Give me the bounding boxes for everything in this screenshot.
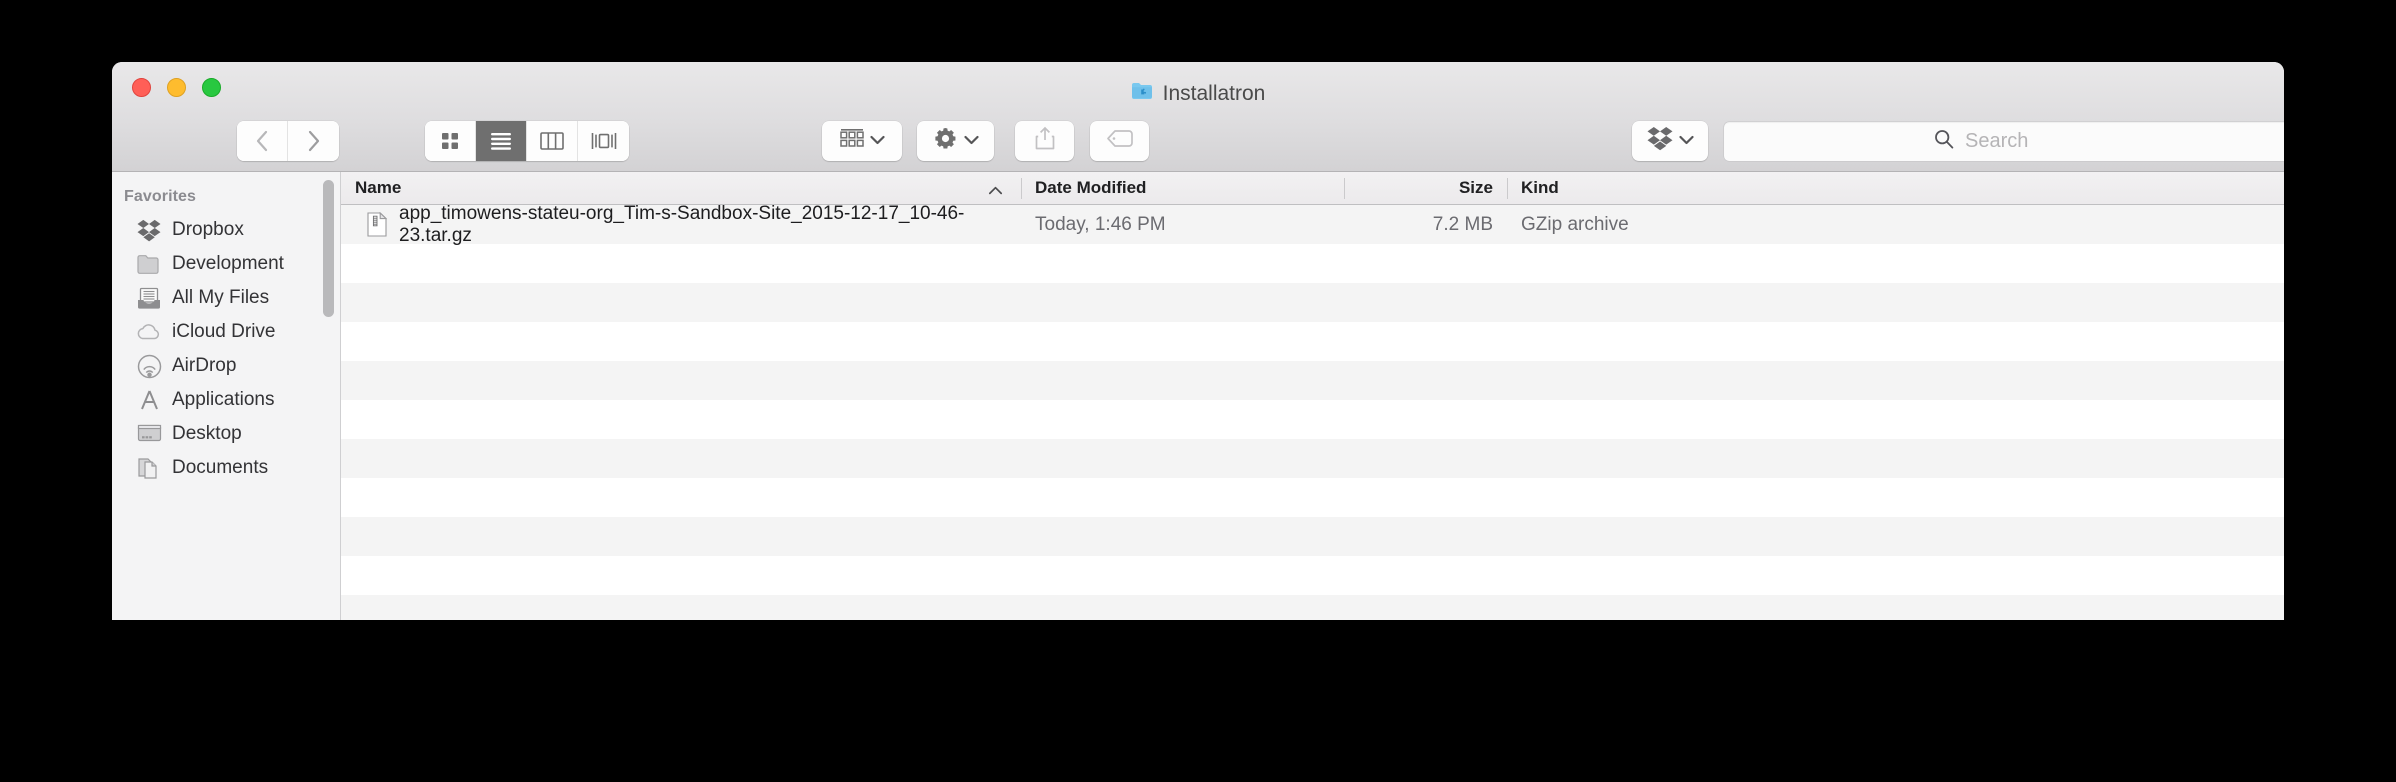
table-row-empty (341, 283, 2284, 322)
window-title: Installatron (112, 82, 2284, 106)
sidebar-item-label: Documents (172, 457, 269, 478)
table-row-empty (341, 556, 2284, 595)
column-header-label: Date Modified (1035, 178, 1147, 197)
file-date-cell: Today, 1:46 PM (1035, 213, 1166, 235)
coverflow-view-button[interactable] (578, 121, 629, 161)
airdrop-icon (136, 354, 162, 378)
file-name-label: app_timowens-stateu-org_Tim-s-Sandbox-Si… (399, 205, 965, 246)
window-body: Favorites Dropbox Development All My Fil… (112, 172, 2284, 620)
navigation-buttons (237, 121, 339, 161)
sidebar-item-desktop[interactable]: Desktop (112, 417, 340, 451)
sidebar-item-label: AirDrop (172, 355, 237, 376)
sidebar-item-all-my-files[interactable]: All My Files (112, 281, 340, 315)
arrange-grid-icon (839, 129, 864, 153)
file-list-view: Name Date Modified Size Kind app_timowen… (341, 172, 2284, 620)
column-header-date-modified[interactable]: Date Modified (1021, 172, 1344, 205)
search-icon (1934, 129, 1954, 154)
arrange-by-button[interactable] (822, 121, 902, 161)
chevron-down-icon (963, 132, 979, 150)
finder-window: Installatron Search Favorites Dropbox De… (112, 62, 2284, 620)
window-titlebar: Installatron Search (112, 62, 2284, 172)
search-field[interactable]: Search (1724, 122, 2284, 161)
table-row-empty (341, 517, 2284, 556)
sidebar-item-label: Desktop (172, 423, 242, 444)
desktop-icon (136, 422, 162, 446)
chevron-down-icon (1678, 132, 1694, 150)
toolbar: Search (112, 114, 2284, 168)
folder-puzzle-icon (1131, 82, 1153, 106)
list-view-button[interactable] (476, 121, 527, 161)
column-header-name[interactable]: Name (341, 172, 1021, 205)
sidebar-item-icloud-drive[interactable]: iCloud Drive (112, 315, 340, 349)
action-menu-button[interactable] (917, 121, 994, 161)
sidebar-item-label: iCloud Drive (172, 321, 276, 342)
sidebar-item-label: Development (172, 253, 284, 274)
table-row-empty (341, 322, 2284, 361)
dropbox-icon (136, 218, 162, 242)
chevron-up-icon (988, 180, 1003, 200)
table-row[interactable]: app_timowens-stateu-org_Tim-s-Sandbox-Si… (341, 205, 2284, 247)
table-row-empty (341, 400, 2284, 439)
dropbox-menu-button[interactable] (1632, 121, 1708, 161)
column-header-label: Size (1458, 178, 1493, 197)
table-row-empty (341, 595, 2284, 620)
sidebar-item-label: Applications (172, 389, 275, 410)
applications-icon (136, 388, 162, 412)
table-row-empty (341, 478, 2284, 517)
sidebar-item-label: Dropbox (172, 219, 244, 240)
share-button[interactable] (1015, 121, 1074, 161)
search-input[interactable]: Search (1965, 130, 2028, 153)
column-header-size[interactable]: Size (1344, 172, 1507, 205)
file-kind-cell: GZip archive (1521, 213, 1629, 235)
share-icon (1034, 126, 1056, 156)
column-header-kind[interactable]: Kind (1507, 172, 2284, 205)
sidebar-item-documents[interactable]: Documents (112, 451, 340, 485)
window-title-text: Installatron (1162, 82, 1266, 105)
file-name-cell: app_timowens-stateu-org_Tim-s-Sandbox-Si… (341, 205, 1021, 247)
forward-button[interactable] (288, 121, 339, 161)
folder-icon (136, 252, 162, 276)
sidebar-scrollbar[interactable] (323, 180, 334, 317)
sidebar-section-favorites: Favorites (124, 188, 197, 205)
tag-button[interactable] (1090, 121, 1149, 161)
table-row-empty (341, 361, 2284, 400)
dropbox-icon (1647, 126, 1673, 156)
sidebar: Favorites Dropbox Development All My Fil… (112, 172, 341, 620)
documents-icon (136, 456, 162, 480)
icon-view-button[interactable] (425, 121, 476, 161)
sidebar-item-applications[interactable]: Applications (112, 383, 340, 417)
all-my-files-icon (136, 286, 162, 310)
file-rows: app_timowens-stateu-org_Tim-s-Sandbox-Si… (341, 205, 2284, 620)
column-headers: Name Date Modified Size Kind (341, 172, 2284, 205)
sidebar-item-dropbox[interactable]: Dropbox (112, 213, 340, 247)
view-mode-segmented-control (425, 121, 629, 161)
chevron-down-icon (869, 132, 885, 150)
tag-icon (1106, 129, 1134, 153)
table-row-empty (341, 244, 2284, 283)
generic-document-icon (367, 211, 388, 237)
sidebar-item-airdrop[interactable]: AirDrop (112, 349, 340, 383)
back-button[interactable] (237, 121, 288, 161)
sidebar-item-label: All My Files (172, 287, 270, 308)
sidebar-item-development[interactable]: Development (112, 247, 340, 281)
gear-icon (933, 126, 958, 156)
column-view-button[interactable] (527, 121, 578, 161)
cloud-icon (136, 320, 162, 344)
column-header-label: Kind (1521, 178, 1559, 197)
table-row-empty (341, 439, 2284, 478)
file-size-cell: 7.2 MB (1432, 213, 1493, 235)
column-header-label: Name (355, 178, 402, 197)
